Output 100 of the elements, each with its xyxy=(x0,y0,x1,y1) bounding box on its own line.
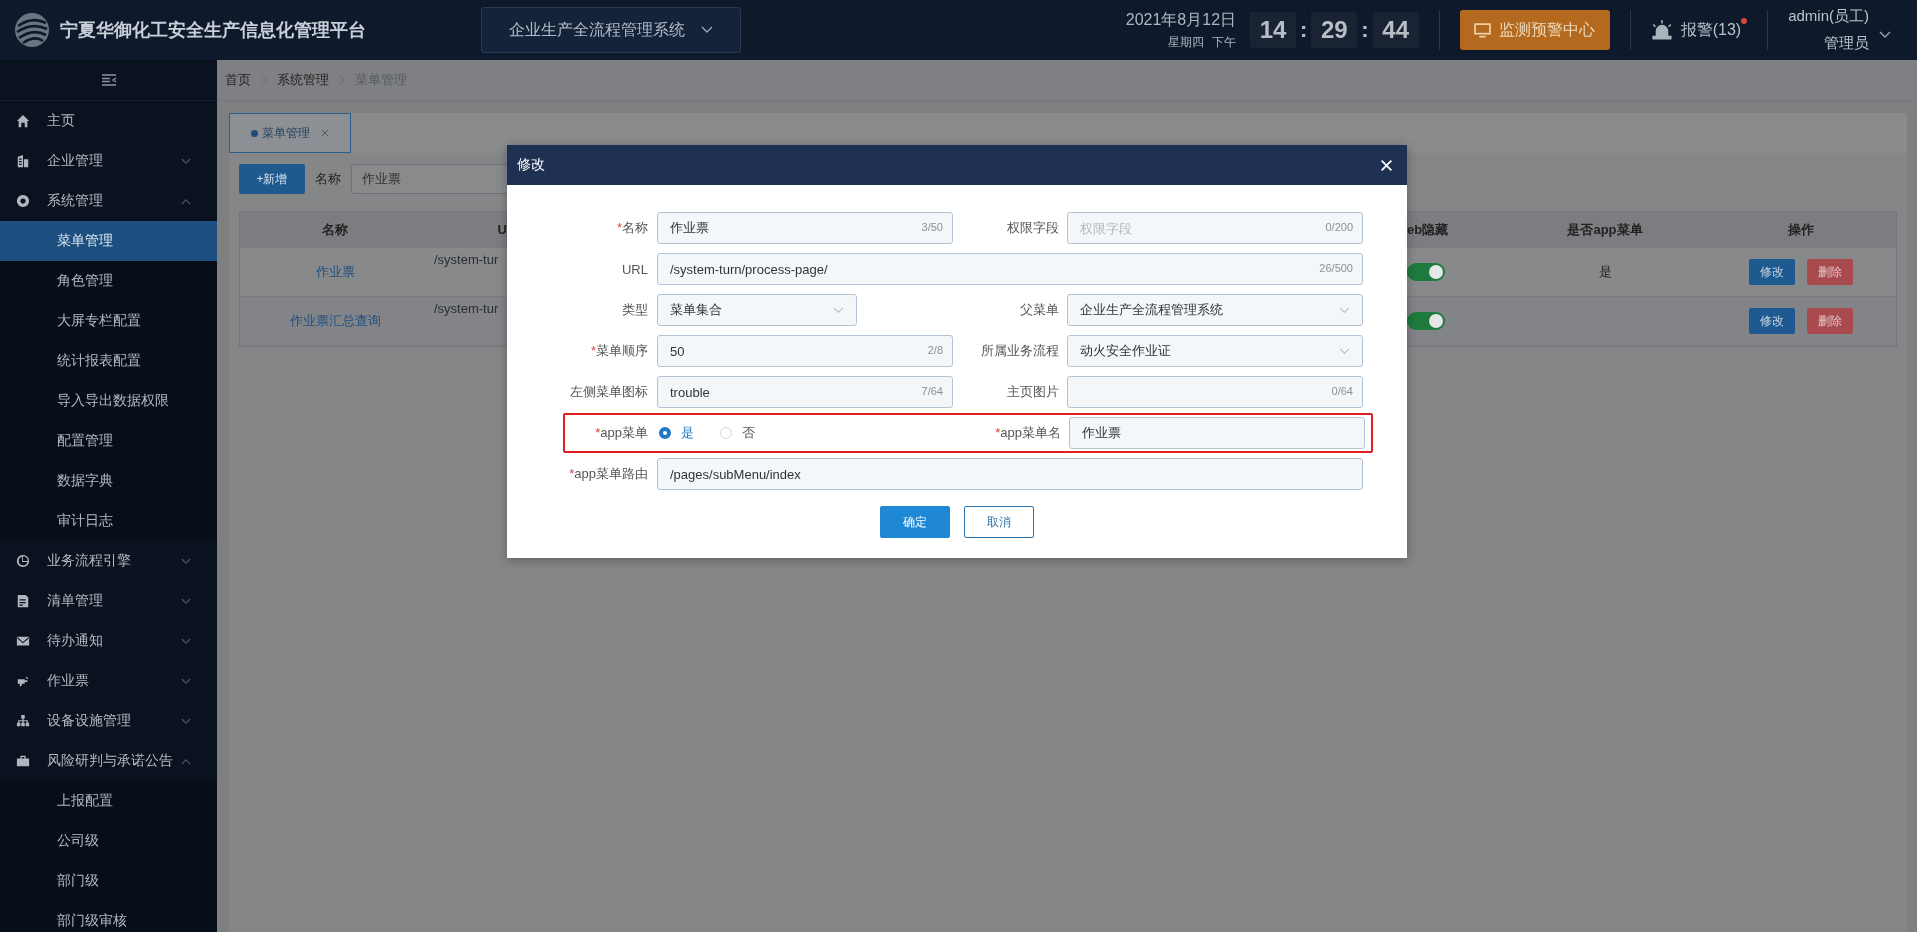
clock-digits: 14 xyxy=(1250,12,1297,48)
character-counter: 26/500 xyxy=(1319,262,1353,274)
alarm-light-icon xyxy=(1650,20,1673,40)
character-counter: 2/8 xyxy=(927,344,943,356)
sidebar-subitem[interactable]: 审计日志 xyxy=(0,501,217,541)
sidebar-item[interactable]: 主页 xyxy=(0,101,217,141)
chevron-down-icon xyxy=(181,157,191,165)
field-label: *app菜单路由 xyxy=(568,465,649,483)
sidebar-subitem[interactable]: 角色管理 xyxy=(0,261,217,301)
field-label: 类型 xyxy=(621,301,649,319)
chevron-down-icon xyxy=(833,306,844,314)
clock-digits: 29 xyxy=(1311,12,1358,48)
field-label: *app菜单 xyxy=(594,424,649,442)
sidebar-subitem[interactable]: 菜单管理 xyxy=(0,221,217,261)
sidebar-subitem[interactable]: 配置管理 xyxy=(0,421,217,461)
chevron-down-icon xyxy=(181,597,191,605)
date-text: 2021年8月12日 xyxy=(1125,9,1237,30)
user-role: 管理员 xyxy=(1824,34,1869,53)
column-header: U xyxy=(496,221,507,239)
radio-option[interactable]: 否 xyxy=(720,424,755,442)
tool-icon xyxy=(16,674,30,688)
sidebar-item[interactable]: 设备设施管理 xyxy=(0,701,217,741)
breadcrumb-link[interactable]: 系统管理 xyxy=(277,71,329,89)
radio-option[interactable]: 是 xyxy=(659,424,694,442)
user-name[interactable]: admin(员工) xyxy=(1788,7,1869,26)
sitemap-icon xyxy=(16,714,30,728)
alarm-button[interactable]: 报警(13) xyxy=(1650,19,1748,41)
column-header: 名称 xyxy=(321,220,349,239)
edit-button[interactable]: 修改 xyxy=(1748,259,1795,285)
toggle-switch[interactable] xyxy=(1407,263,1445,281)
weekday-text: 星期四 xyxy=(1168,33,1205,51)
name-label: 名称 xyxy=(315,170,341,188)
character-counter: 7/64 xyxy=(921,385,943,397)
character-counter: 0/200 xyxy=(1325,221,1353,233)
sidebar-subitem[interactable]: 部门级 xyxy=(0,861,217,901)
logo-icon xyxy=(12,10,52,50)
select-field[interactable]: 企业生产全流程管理系统 xyxy=(1067,294,1363,326)
field-label: 所属业务流程 xyxy=(980,342,1060,360)
chevron-down-icon xyxy=(181,677,191,685)
home-icon xyxy=(16,114,30,128)
monitor-icon xyxy=(1474,22,1492,38)
sidebar-subitem[interactable]: 部门级审核 xyxy=(0,901,217,932)
delete-button[interactable]: 删除 xyxy=(1806,259,1853,285)
chevron-down-icon xyxy=(701,26,713,34)
field-label: 主页图片 xyxy=(1006,383,1060,401)
chevron-down-icon xyxy=(181,637,191,645)
chevron-up-icon xyxy=(181,757,191,765)
text-field[interactable]: /pages/subMenu/index xyxy=(657,458,1363,490)
sidebar-item[interactable]: 业务流程引擎 xyxy=(0,541,217,581)
field-label: 父菜单 xyxy=(1019,301,1060,319)
sidebar-subitem[interactable]: 数据字典 xyxy=(0,461,217,501)
confirm-button[interactable]: 确定 xyxy=(880,506,950,538)
field-label: *名称 xyxy=(615,219,649,237)
sidebar-subitem[interactable]: 上报配置 xyxy=(0,781,217,821)
building-icon xyxy=(16,154,30,168)
sidebar-subitem[interactable]: 公司级 xyxy=(0,821,217,861)
gear-icon xyxy=(16,194,30,208)
menu-icon[interactable] xyxy=(100,74,117,86)
select-field[interactable]: 动火安全作业证 xyxy=(1067,335,1363,367)
url-text: /system-tur xyxy=(433,252,499,267)
delete-button[interactable]: 删除 xyxy=(1806,308,1853,334)
chevron-down-icon xyxy=(1339,347,1350,355)
field-label: 权限字段 xyxy=(1006,219,1060,237)
sidebar-item[interactable]: 清单管理 xyxy=(0,581,217,621)
system-dropdown[interactable]: 企业生产全流程管理系统 xyxy=(481,7,741,53)
sidebar-item[interactable]: 作业票 xyxy=(0,661,217,701)
briefcase-icon xyxy=(16,754,30,768)
sidebar-item[interactable]: 系统管理 xyxy=(0,181,217,221)
character-counter: 0/64 xyxy=(1331,385,1353,397)
add-button[interactable]: +新增 xyxy=(239,164,305,194)
sidebar-item[interactable]: 企业管理 xyxy=(0,141,217,181)
close-icon[interactable] xyxy=(1380,158,1393,172)
breadcrumb-link[interactable]: 首页 xyxy=(225,71,251,89)
edit-button[interactable]: 修改 xyxy=(1748,308,1795,334)
field-label: *app菜单名 xyxy=(994,424,1062,442)
clock-separator: : xyxy=(1361,17,1369,43)
sidebar-subitem[interactable]: 统计报表配置 xyxy=(0,341,217,381)
sidebar-item[interactable]: 待办通知 xyxy=(0,621,217,661)
sidebar-subitem[interactable]: 大屏专栏配置 xyxy=(0,301,217,341)
chevron-down-icon xyxy=(181,557,191,565)
toggle-switch[interactable] xyxy=(1407,312,1445,330)
table-cell: 是 xyxy=(1598,263,1612,281)
url-text: /system-tur xyxy=(433,301,499,316)
sidebar-item[interactable]: 风险研判与承诺公告 xyxy=(0,741,217,781)
column-header: 是否app菜单 xyxy=(1566,220,1644,239)
clock-separator: : xyxy=(1300,17,1308,43)
column-header: 操作 xyxy=(1786,220,1815,239)
text-field[interactable]: 作业票 xyxy=(1069,417,1365,449)
clock-digits: 44 xyxy=(1372,12,1419,48)
cancel-button[interactable]: 取消 xyxy=(964,506,1034,538)
sidebar-subitem[interactable]: 导入导出数据权限 xyxy=(0,381,217,421)
chevron-up-icon xyxy=(181,197,191,205)
text-field[interactable] xyxy=(1067,376,1363,408)
active-dot xyxy=(250,129,258,137)
select-field[interactable]: 菜单集合 xyxy=(657,294,857,326)
document-icon xyxy=(16,594,30,608)
field-label: 左侧菜单图标 xyxy=(569,383,649,401)
character-counter: 3/50 xyxy=(921,221,943,233)
column-header: eb隐藏 xyxy=(1407,220,1450,239)
chevron-down-icon[interactable] xyxy=(1879,31,1891,39)
